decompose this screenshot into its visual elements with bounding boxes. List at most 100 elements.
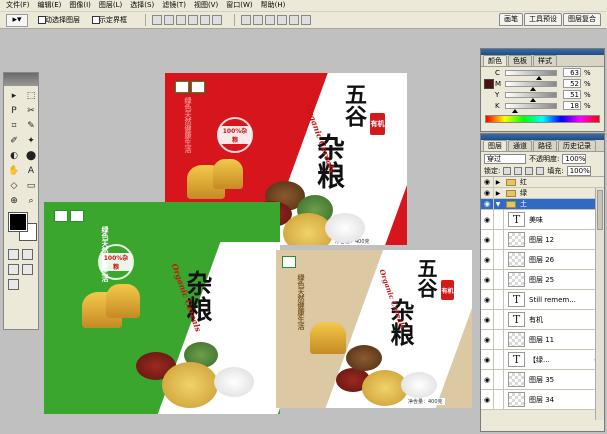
visibility-eye-icon[interactable]: ◉ [481, 230, 494, 249]
visibility-eye-icon[interactable]: ◉ [481, 188, 494, 198]
auto-select-checkbox[interactable]: 自动选择图层 [38, 15, 80, 25]
channel-slider[interactable] [505, 91, 557, 102]
layer-row[interactable]: ◉ 图层 25 [481, 270, 604, 290]
opacity-input[interactable]: 100% [562, 153, 587, 164]
menu-window[interactable]: 窗口(W) [222, 0, 256, 11]
menu-layer[interactable]: 图层(L) [95, 0, 126, 11]
brush-tool-icon[interactable]: ✎ [24, 119, 38, 132]
visibility-eye-icon[interactable]: ◉ [481, 250, 494, 269]
shape-tool-icon[interactable]: ▭ [24, 179, 38, 192]
link-slot[interactable] [494, 350, 504, 369]
layer-row[interactable]: ◉ 图层 35 [481, 370, 604, 390]
color-spectrum-bar[interactable] [485, 115, 600, 123]
tab-paths[interactable]: 路径 [533, 140, 557, 151]
menu-image[interactable]: 图像(I) [65, 0, 95, 11]
slice-tool-icon[interactable]: ⌗ [7, 119, 21, 132]
layer-row[interactable]: ◉ T 美味 [481, 210, 604, 230]
move-tool-icon[interactable]: ▸ [7, 89, 21, 102]
lock-transparency-icon[interactable] [503, 166, 512, 175]
visibility-eye-icon[interactable]: ◉ [481, 390, 494, 409]
slider-handle-icon[interactable] [512, 108, 519, 113]
channel-value-input[interactable]: 18 [563, 101, 581, 110]
lock-position-icon[interactable] [525, 166, 534, 175]
eyedropper-tool-icon[interactable]: ⊕ [7, 194, 21, 207]
layer-group-row[interactable]: ◉ ▼ 土 [481, 199, 604, 210]
tab-history[interactable]: 历史记录 [558, 140, 596, 151]
checkbox-box[interactable] [92, 16, 100, 24]
layers-scrollbar[interactable] [595, 188, 604, 420]
channel-value-input[interactable]: 51 [563, 90, 581, 99]
tab-swatches[interactable]: 色板 [508, 55, 532, 66]
layer-row[interactable]: ◉ 图层 34 [481, 390, 604, 410]
fill-input[interactable]: 100% [566, 165, 591, 176]
visibility-eye-icon[interactable]: ◉ [481, 330, 494, 349]
pen-tool-icon[interactable]: ◇ [7, 179, 21, 192]
tab-styles[interactable]: 样式 [533, 55, 557, 66]
pencil-tool-icon[interactable]: ✐ [7, 134, 21, 147]
visibility-eye-icon[interactable]: ◉ [481, 210, 494, 229]
tab-brushes[interactable]: 画笔 [499, 13, 523, 26]
lock-all-icon[interactable] [536, 166, 545, 175]
menu-help[interactable]: 帮助(H) [257, 0, 290, 11]
slider-handle-icon[interactable] [530, 86, 537, 91]
link-slot[interactable] [494, 270, 504, 289]
tan-package-artwork[interactable]: 绿色天然健康生活 五谷 杂粮 有机 Organic Cereals 净含量：40… [276, 250, 472, 408]
align-hcenter-icon[interactable] [200, 15, 210, 25]
channel-slider[interactable] [505, 69, 557, 80]
dodge-tool-icon[interactable]: ◐ [7, 149, 21, 162]
visibility-eye-icon[interactable]: ◉ [481, 350, 494, 369]
visibility-eye-icon[interactable]: ◉ [481, 199, 494, 209]
lock-pixels-icon[interactable] [514, 166, 523, 175]
toolbox-grip[interactable] [4, 73, 38, 86]
distribute-bottom-icon[interactable] [265, 15, 275, 25]
tab-channels[interactable]: 通道 [508, 140, 532, 151]
expand-closed-icon[interactable]: ▶ [494, 190, 502, 197]
channel-value-input[interactable]: 52 [563, 79, 581, 88]
green-package-artwork[interactable]: 绿色天然健康生活 100%杂粮 杂粮 Organic Cereals [44, 202, 280, 414]
slider-handle-icon[interactable] [535, 75, 542, 80]
channel-slider[interactable] [505, 80, 557, 91]
link-slot[interactable] [494, 290, 504, 309]
lasso-tool-icon[interactable]: P [7, 104, 21, 117]
layer-row[interactable]: ◉ T 有机 [481, 310, 604, 330]
distribute-vcenter-icon[interactable] [253, 15, 263, 25]
link-slot[interactable] [494, 330, 504, 349]
show-bounds-checkbox[interactable]: 显示定界框 [92, 15, 127, 25]
visibility-eye-icon[interactable]: ◉ [481, 270, 494, 289]
visibility-eye-icon[interactable]: ◉ [481, 310, 494, 329]
layer-row[interactable]: ◉ 图层 11 [481, 330, 604, 350]
layer-row[interactable]: ◉ 图层 12 [481, 230, 604, 250]
distribute-hcenter-icon[interactable] [289, 15, 299, 25]
jump-to-imageready-icon[interactable] [8, 279, 19, 290]
align-vcenter-icon[interactable] [164, 15, 174, 25]
distribute-right-icon[interactable] [301, 15, 311, 25]
tab-tool-presets[interactable]: 工具预设 [524, 13, 562, 26]
slider-handle-icon[interactable] [529, 97, 536, 102]
current-color-chip[interactable] [484, 79, 494, 89]
distribute-top-icon[interactable] [241, 15, 251, 25]
align-bottom-icon[interactable] [176, 15, 186, 25]
layer-row[interactable]: ◉T【绿...⊘ [481, 350, 604, 370]
visibility-eye-icon[interactable]: ◉ [481, 370, 494, 389]
layer-group-row[interactable]: ◉ ▶ 绿 [481, 188, 604, 199]
magic-wand-icon[interactable]: ✦ [24, 134, 38, 147]
move-tool-preset-icon[interactable]: ▸▾ [6, 13, 28, 27]
link-slot[interactable] [494, 310, 504, 329]
tab-layers[interactable]: 图层 [483, 140, 507, 151]
channel-value-input[interactable]: 63 [563, 68, 581, 77]
blend-mode-select[interactable]: 穿过 [484, 153, 526, 164]
foreground-color-swatch[interactable] [8, 212, 28, 232]
layer-group-row[interactable]: ◉ ▶ 红 [481, 177, 604, 188]
crop-tool-icon[interactable]: ✂ [24, 104, 38, 117]
screen-mode-full-icon[interactable] [22, 264, 33, 275]
checkbox-box[interactable] [38, 16, 46, 24]
tab-layer-comps[interactable]: 图层复合 [563, 13, 601, 26]
hand-tool-icon[interactable]: ✋ [7, 164, 21, 177]
standard-mode-icon[interactable] [8, 249, 19, 260]
channel-slider[interactable] [505, 102, 557, 113]
link-slot[interactable] [494, 390, 504, 409]
expand-open-icon[interactable]: ▼ [494, 201, 502, 208]
distribute-left-icon[interactable] [277, 15, 287, 25]
zoom-tool-icon[interactable]: ⌕ [24, 194, 38, 207]
align-top-icon[interactable] [152, 15, 162, 25]
